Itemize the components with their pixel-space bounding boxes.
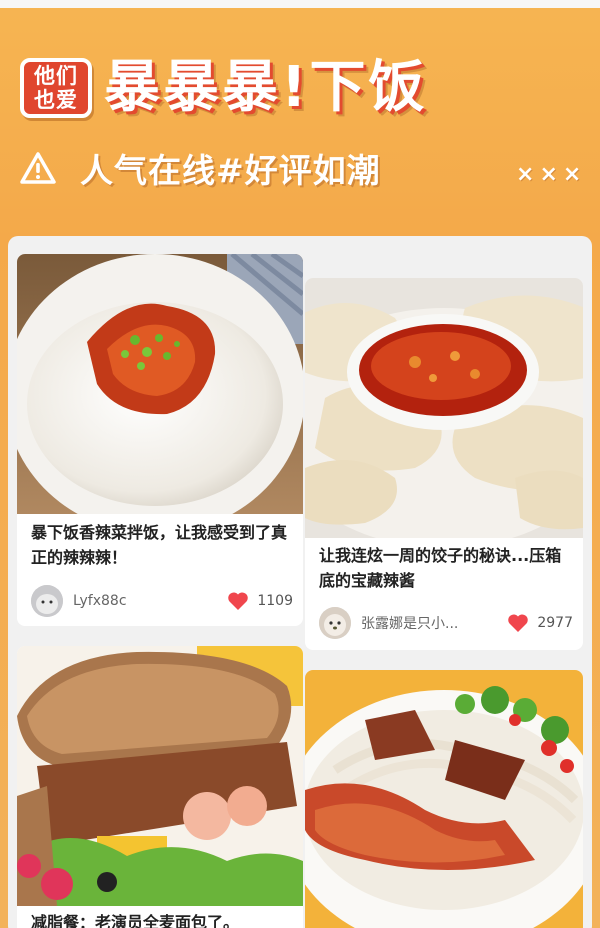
banner-subtitle-row: 人气在线#好评如潮 — [20, 146, 381, 190]
username[interactable]: 张露娜是只小... — [361, 613, 507, 633]
brand-badge: 他们 也爱 — [20, 58, 92, 118]
heart-icon[interactable] — [227, 591, 249, 611]
badge-line-2: 也爱 — [34, 88, 78, 112]
post-card-4[interactable] — [305, 670, 583, 928]
avatar[interactable] — [319, 607, 351, 639]
warning-icon — [20, 152, 56, 184]
sandwich-photo[interactable] — [17, 646, 303, 906]
rice-bowl-photo[interactable] — [17, 254, 303, 514]
heart-icon[interactable] — [507, 613, 529, 633]
post-meta: 张露娜是只小... 2977 — [319, 606, 573, 640]
dumplings-photo[interactable] — [305, 278, 583, 538]
like-count: 1109 — [257, 593, 293, 609]
avatar[interactable] — [31, 585, 63, 617]
badge-line-1: 他们 — [34, 64, 78, 88]
post-feed: 暴下饭香辣菜拌饭，让我感受到了真正的辣辣辣！ Lyfx88c 1109 让我连炫… — [8, 236, 592, 928]
cross-icon: × — [516, 162, 535, 187]
post-caption[interactable]: 减脂餐：老演员全麦面包了。 — [31, 910, 291, 928]
post-meta: Lyfx88c 1109 — [31, 584, 293, 618]
username[interactable]: Lyfx88c — [73, 593, 227, 609]
post-card-3[interactable]: 减脂餐：老演员全麦面包了。 — [17, 646, 303, 928]
post-card-2[interactable]: 让我连炫一周的饺子的秘诀...压箱底的宝藏辣酱 张露娜是只小... 2977 — [305, 278, 583, 650]
noodle-bowl-photo[interactable] — [305, 670, 583, 928]
post-caption[interactable]: 暴下饭香辣菜拌饭，让我感受到了真正的辣辣辣！ — [31, 520, 291, 570]
decor-crosses: × × × — [516, 164, 581, 186]
banner-subtitle: 人气在线#好评如潮 — [80, 151, 381, 190]
cross-icon: × — [539, 162, 558, 187]
banner-title: 暴暴暴!下饭 — [104, 55, 428, 120]
post-caption[interactable]: 让我连炫一周的饺子的秘诀...压箱底的宝藏辣酱 — [319, 543, 571, 593]
like-count: 2977 — [537, 615, 573, 631]
cross-icon: × — [562, 162, 582, 187]
post-card-1[interactable]: 暴下饭香辣菜拌饭，让我感受到了真正的辣辣辣！ Lyfx88c 1109 — [17, 254, 303, 626]
status-strip — [0, 0, 600, 8]
